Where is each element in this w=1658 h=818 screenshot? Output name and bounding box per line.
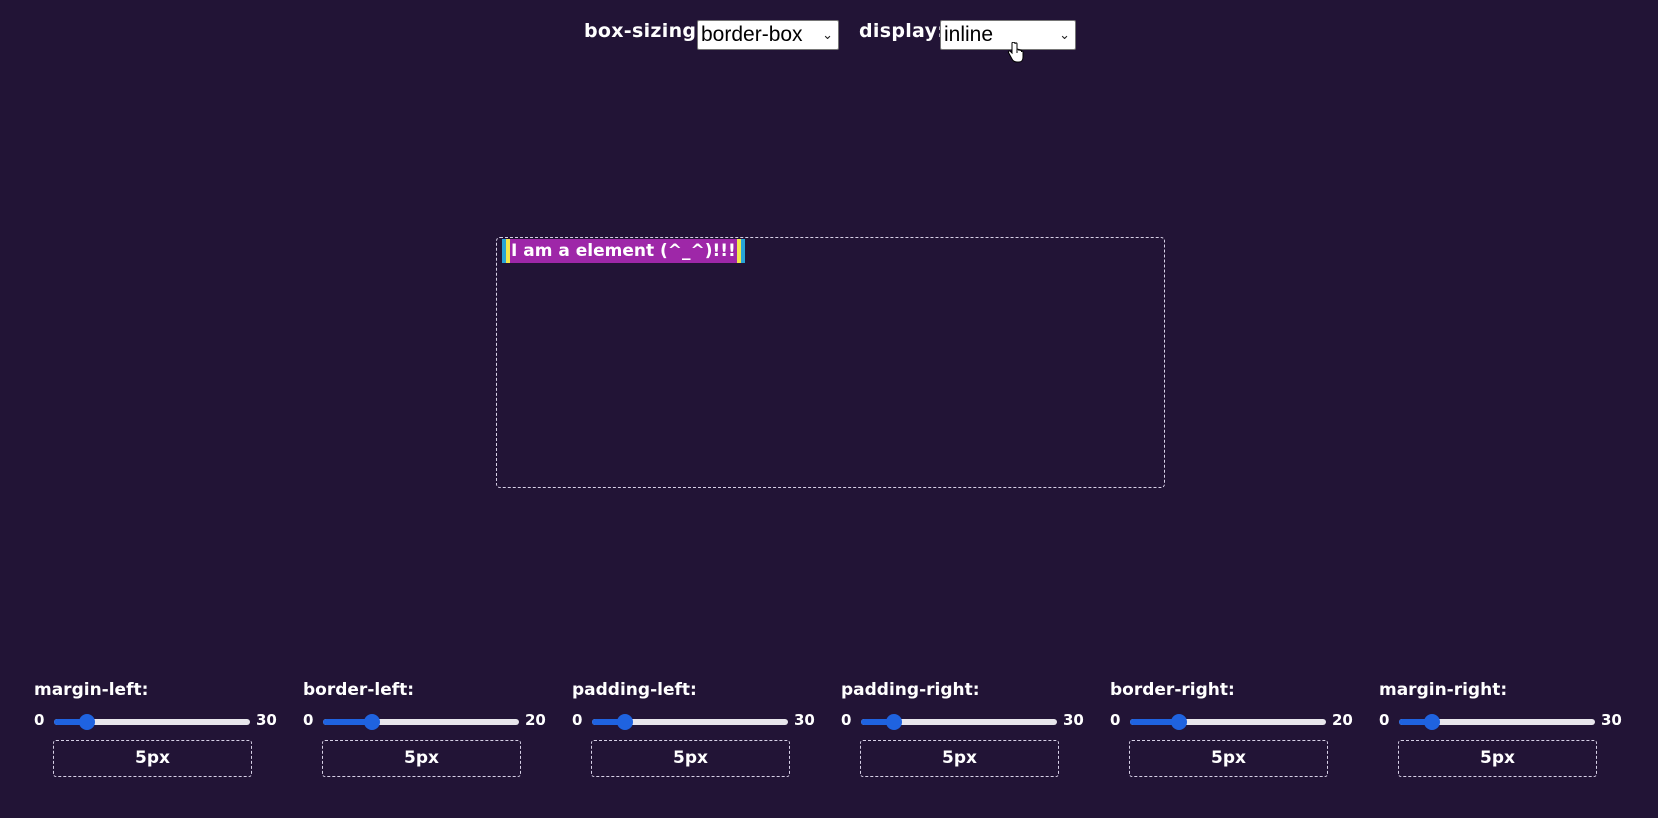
slider-thumb[interactable] [885, 714, 902, 730]
box-sizing-label: box-sizing: [584, 20, 705, 42]
slider-thumb[interactable] [1423, 714, 1440, 730]
display-label: display: [859, 20, 946, 42]
control-label: border-left: [303, 680, 415, 700]
slider-max-label: 20 [1332, 711, 1353, 729]
element-content: I am a element (^_^)!!! [510, 239, 737, 263]
control-label: padding-left: [572, 680, 697, 700]
demo-element: I am a element (^_^)!!! [502, 239, 745, 263]
right-border-outer [740, 239, 745, 263]
display-select-value: inline [944, 23, 994, 46]
slider-min-label: 0 [1110, 711, 1121, 729]
control-label: margin-left: [34, 680, 149, 700]
box-sizing-select[interactable]: border-box ⌄ [697, 20, 839, 50]
control-margin-left: margin-left: 0 30 5px [34, 680, 284, 790]
control-border-left: border-left: 0 20 5px [303, 680, 553, 790]
slider[interactable] [1399, 714, 1595, 730]
slider-thumb[interactable] [364, 714, 380, 730]
control-label: padding-right: [841, 680, 980, 700]
slider-max-label: 30 [794, 711, 815, 729]
slider-min-label: 0 [572, 711, 583, 729]
slider-min-label: 0 [303, 711, 314, 729]
element-container: I am a element (^_^)!!! [496, 237, 1165, 488]
slider-min-label: 0 [34, 711, 45, 729]
value-display: 5px [1129, 740, 1328, 777]
chevron-down-icon: ⌄ [822, 27, 833, 42]
slider[interactable] [323, 714, 519, 730]
slider-thumb[interactable] [78, 714, 95, 730]
control-margin-right: margin-right: 0 30 5px [1379, 680, 1629, 790]
chevron-down-icon: ⌄ [1059, 27, 1070, 42]
slider[interactable] [54, 714, 250, 730]
slider-thumb[interactable] [1171, 714, 1187, 730]
control-padding-left: padding-left: 0 30 5px [572, 680, 822, 790]
control-border-right: border-right: 0 20 5px [1110, 680, 1360, 790]
value-display: 5px [1398, 740, 1597, 777]
slider-min-label: 0 [841, 711, 852, 729]
top-toolbar: box-sizing: border-box ⌄ display: inline… [0, 18, 1658, 54]
slider[interactable] [861, 714, 1057, 730]
slider[interactable] [1130, 714, 1326, 730]
slider-max-label: 30 [1063, 711, 1084, 729]
slider-max-label: 30 [256, 711, 277, 729]
slider-max-label: 20 [525, 711, 546, 729]
slider-thumb[interactable] [616, 714, 633, 730]
value-display: 5px [53, 740, 252, 777]
value-display: 5px [591, 740, 790, 777]
value-display: 5px [860, 740, 1059, 777]
controls-panel: margin-left: 0 30 5px border-left: 0 20 5px padd… [0, 680, 1658, 800]
value-display: 5px [322, 740, 521, 777]
box-sizing-select-value: border-box [701, 23, 803, 46]
slider[interactable] [592, 714, 788, 730]
control-label: margin-right: [1379, 680, 1508, 700]
control-padding-right: padding-right: 0 30 5px [841, 680, 1091, 790]
slider-max-label: 30 [1601, 711, 1622, 729]
slider-min-label: 0 [1379, 711, 1390, 729]
hand-cursor-icon [1007, 42, 1024, 63]
control-label: border-right: [1110, 680, 1235, 700]
